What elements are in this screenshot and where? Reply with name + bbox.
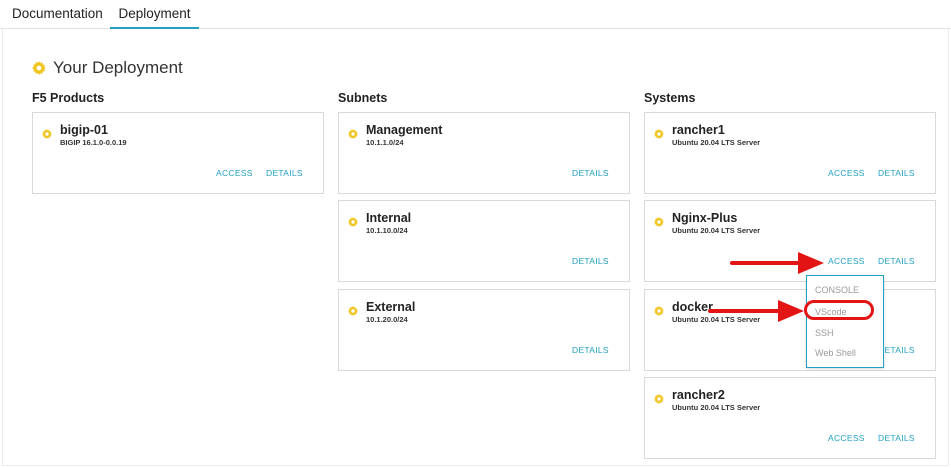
arrow-icon <box>730 252 824 274</box>
system-card: rancher1 Ubuntu 20.04 LTS Server ACCESS … <box>644 112 936 194</box>
access-button[interactable]: ACCESS <box>216 168 253 178</box>
tab-bar: Documentation Deployment <box>0 0 951 29</box>
card-subtitle: 10.1.20.0/24 <box>366 315 408 324</box>
card-title: rancher2 <box>672 388 725 402</box>
card-title: External <box>366 300 416 314</box>
menu-item-console[interactable]: CONSOLE <box>815 285 859 295</box>
access-dropdown-menu: CONSOLE VScode SSH Web Shell <box>806 275 884 368</box>
details-button[interactable]: DETAILS <box>266 168 303 178</box>
card-subtitle: BIGIP 16.1.0-0.0.19 <box>60 138 127 147</box>
gear-icon <box>654 129 664 139</box>
gear-icon <box>348 217 358 227</box>
card-subtitle: Ubuntu 20.04 LTS Server <box>672 138 761 147</box>
gear-icon <box>654 306 664 316</box>
details-button[interactable]: DETAILS <box>878 433 915 443</box>
details-button[interactable]: DETAILS <box>878 168 915 178</box>
annotation-highlight-oval <box>804 300 874 320</box>
tab-documentation[interactable]: Documentation <box>12 0 103 29</box>
card-subtitle: Ubuntu 20.04 LTS Server <box>672 226 761 235</box>
systems-header: Systems <box>644 91 696 105</box>
gear-icon <box>348 129 358 139</box>
card-title: rancher1 <box>672 123 725 137</box>
details-button[interactable]: DETAILS <box>572 256 609 266</box>
subnets-header: Subnets <box>338 91 388 105</box>
details-button[interactable]: DETAILS <box>878 256 915 266</box>
details-button[interactable]: DETAILS <box>572 168 609 178</box>
gear-icon <box>654 217 664 227</box>
card-title: Management <box>366 123 443 137</box>
subnet-card: Internal 10.1.10.0/24 DETAILS <box>338 200 630 282</box>
gear-icon <box>42 129 52 139</box>
system-card: rancher2 Ubuntu 20.04 LTS Server ACCESS … <box>644 377 936 459</box>
card-title: Nginx-Plus <box>672 211 738 225</box>
tab-deployment[interactable]: Deployment <box>110 0 199 29</box>
access-button[interactable]: ACCESS <box>828 256 865 266</box>
card-subtitle: Ubuntu 20.04 LTS Server <box>672 403 761 412</box>
access-button[interactable]: ACCESS <box>828 433 865 443</box>
card-title: Internal <box>366 211 412 225</box>
details-button[interactable]: DETAILS <box>572 345 609 355</box>
menu-item-web-shell[interactable]: Web Shell <box>815 348 856 358</box>
access-button[interactable]: ACCESS <box>828 168 865 178</box>
gear-icon <box>32 61 46 75</box>
menu-item-ssh[interactable]: SSH <box>815 328 834 338</box>
page-title: Your Deployment <box>53 58 183 77</box>
arrow-icon <box>708 300 804 322</box>
f5-products-header: F5 Products <box>32 91 105 105</box>
card-subtitle: 10.1.1.0/24 <box>366 138 404 147</box>
card-title: bigip-01 <box>60 123 108 137</box>
gear-icon <box>654 394 664 404</box>
subnet-card: Management 10.1.1.0/24 DETAILS <box>338 112 630 194</box>
card-title: docker <box>672 300 713 314</box>
gear-icon <box>348 306 358 316</box>
f5-product-card: bigip-01 BIGIP 16.1.0-0.0.19 ACCESS DETA… <box>32 112 324 194</box>
subnet-card: External 10.1.20.0/24 DETAILS <box>338 289 630 371</box>
card-subtitle: 10.1.10.0/24 <box>366 226 408 235</box>
